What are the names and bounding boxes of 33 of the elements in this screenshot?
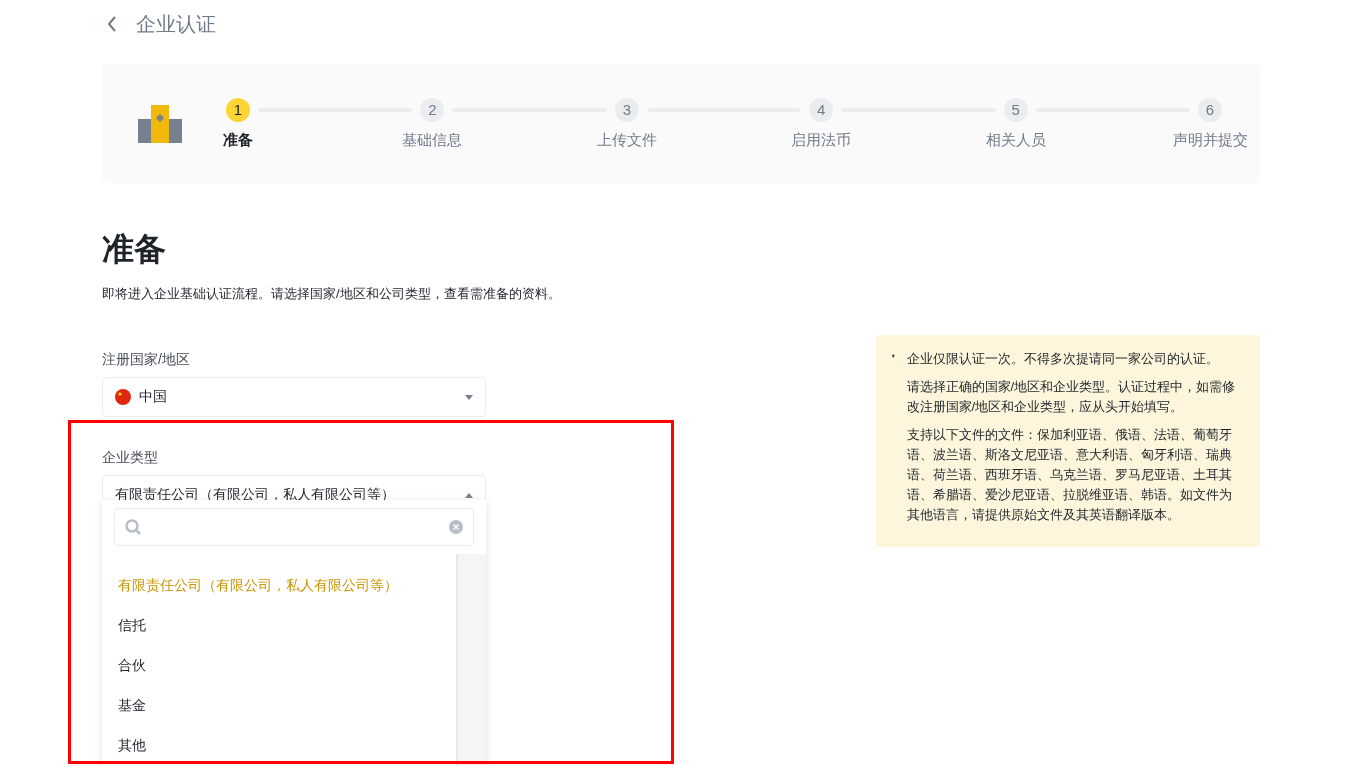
section-description: 即将进入企业基础认证流程。请选择国家/地区和公司类型，查看需准备的资料。 xyxy=(102,285,562,303)
step-number: 2 xyxy=(420,97,445,122)
field-label: 注册国家/地区 xyxy=(102,351,191,369)
step-number: 4 xyxy=(809,97,834,122)
step-number: 1 xyxy=(226,97,250,122)
step-number: 6 xyxy=(1198,97,1223,122)
step-label: 启用法币 xyxy=(791,130,852,150)
search-icon xyxy=(125,519,141,535)
dropdown-option[interactable]: 信托 xyxy=(102,606,456,646)
dropdown-option[interactable]: 其他 xyxy=(102,726,456,766)
caret-icon xyxy=(465,492,473,498)
flag-icon xyxy=(115,389,131,405)
clear-icon[interactable] xyxy=(449,520,463,534)
step-number: 5 xyxy=(1003,97,1028,122)
scrollbar-track[interactable] xyxy=(456,554,486,766)
notice-text: 企业仅限认证一次。不得多次提请同一家公司的认证。 xyxy=(906,350,1220,368)
page-header-title: 企业认证 xyxy=(136,11,216,37)
step-label: 准备 xyxy=(223,130,253,150)
caret-icon xyxy=(465,394,473,400)
notice-text: 请选择正确的国家/地区和企业类型。认证过程中，如需修改注册国家/地区和企业类型，应从头开始填写。 xyxy=(906,378,1237,416)
field-label: 企业类型 xyxy=(102,449,159,467)
step-label: 基础信息 xyxy=(402,130,463,150)
notice-text: 支持以下文件的文件：保加利亚语、俄语、法语、葡萄牙语、波兰语、斯洛文尼亚语、意大利语、匈牙利语、瑞典语、荷兰语、西班牙语、乌克兰语、罗马尼亚语、土耳其语、希腊语、爱沙尼亚语、拉脱维亚语、韩语。如文件为其他语言，请提供原始文件及其英语翻译版本。 xyxy=(906,426,1233,524)
step-label: 声明并提交 xyxy=(1172,130,1248,150)
step-number: 3 xyxy=(614,97,639,122)
buildings-icon xyxy=(138,104,182,143)
dropdown-option[interactable]: 基金 xyxy=(102,686,456,726)
step-label: 相关人员 xyxy=(985,130,1046,150)
dropdown-option[interactable]: 合伙 xyxy=(102,646,456,686)
section-title: 准备 xyxy=(102,230,167,269)
step-label: 上传文件 xyxy=(596,130,657,150)
country-select[interactable]: 中国 xyxy=(102,377,486,417)
search-field[interactable] xyxy=(114,508,474,546)
